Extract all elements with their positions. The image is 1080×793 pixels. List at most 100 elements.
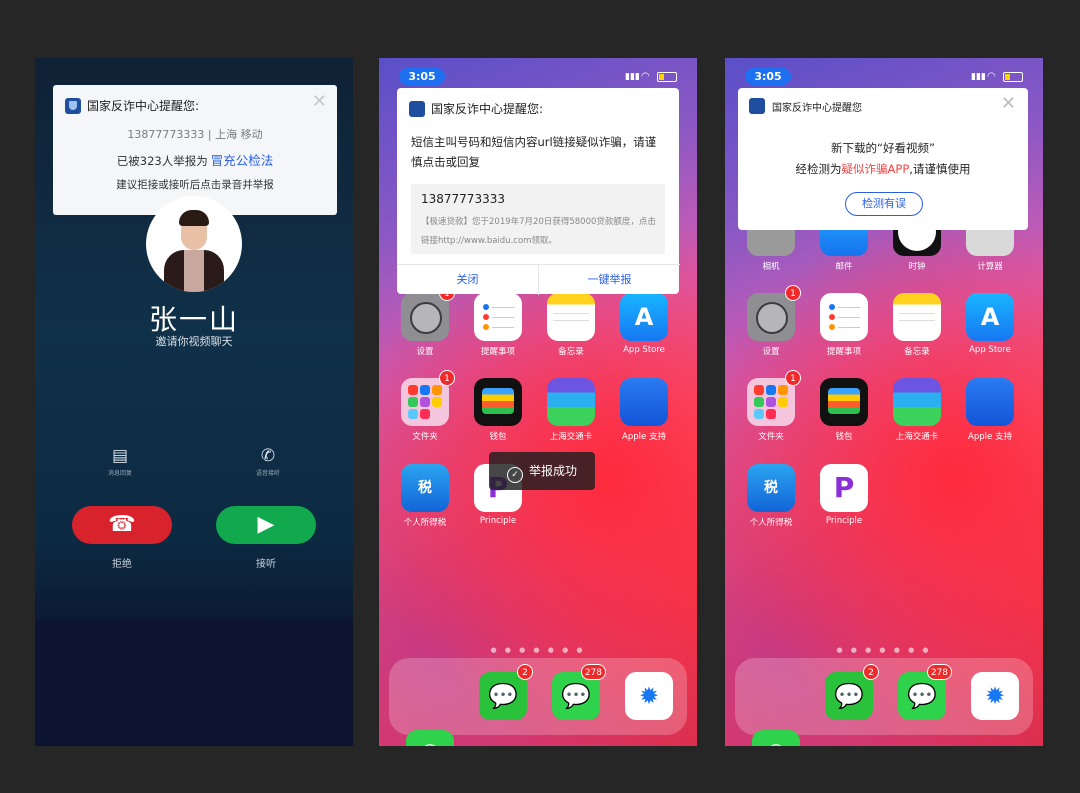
sms-sender-number: 13877773333 [421,192,505,206]
decline-button[interactable]: ☎ [72,506,172,544]
battery-icon [657,72,677,82]
app-label: 文件夹 [412,432,438,442]
voice-answer-option[interactable]: ✆ 语音接听 [248,446,288,477]
app-apple-support[interactable]: Apple 支持 [616,378,672,442]
badge: 1 [439,370,455,386]
detection-suffix: ,请谨慎使用 [909,162,971,176]
caller-name: 张一山 [148,303,239,336]
apple-icon [966,378,1014,426]
safari-compass-icon: ✹ [625,672,673,720]
dock: ✆ 💬2 💬278 ✹ [389,658,687,746]
app-wallet[interactable]: 钱包 [816,378,872,442]
app-principle[interactable]: P Principle [816,464,872,526]
transit-card-icon [893,378,941,426]
messages-icon: 💬 278 [552,664,606,720]
report-success-toast: ✓ 举报成功 [489,452,595,490]
reply-message-option[interactable]: ▤ 消息回复 [100,446,140,477]
dock: ✆ 💬2 💬278 ✹ [735,658,1033,746]
detection-line: 经检测为疑似诈骗APP,请谨慎使用 [738,161,1028,177]
app-reminders[interactable]: 提醒事项 [470,293,526,357]
app-label: Principle [825,516,863,526]
app-label: 提醒事项 [826,347,861,357]
status-time: 3:05 [399,68,445,85]
app-label: 相机 [762,262,780,272]
reminders-icon [474,293,522,341]
close-icon[interactable]: ✕ [312,91,327,112]
close-button[interactable]: 关闭 [397,264,538,295]
app-transit-card[interactable]: 上海交通卡 [543,378,599,442]
notification-title: 国家反诈中心提醒您: [87,99,200,113]
anti-fraud-sms-notification[interactable]: 国家反诈中心提醒您: 短信主叫号码和短信内容url链接疑似诈骗，请谨慎点击或回复… [397,88,680,295]
badge: 2 [517,664,533,680]
wifi-icon: ◠ [987,71,996,82]
sms-warning-home-screen: 3:05 ▮▮▮ ◠ 1 设置 提醒事项 备忘录 A App Store 1 文… [379,58,697,746]
wechat-icon: 💬 2 [479,664,533,720]
app-appstore[interactable]: A App Store [962,293,1018,355]
app-folder[interactable]: 1 文件夹 [397,370,455,442]
app-notes[interactable]: 备忘录 [889,293,945,357]
appstore-icon: A [620,293,668,341]
advice-text: 建议拒接或接听后点击录音并举报 [116,179,274,191]
app-apple-support[interactable]: Apple 支持 [962,378,1018,442]
tax-shield-icon: 税 [747,464,795,512]
anti-fraud-app-icon [65,98,81,114]
app-personal-tax[interactable]: 税 个人所得税 [743,464,799,528]
message-icon: ▤ [111,446,129,466]
notification-title: 国家反诈中心提醒您 [772,103,862,114]
dock-messages[interactable]: 💬 278 [548,664,606,720]
badge: 1 [785,285,801,301]
status-icons: ▮▮▮ ◠ [971,71,1031,82]
dock-phone[interactable]: ✆ [402,672,458,746]
wallet-icon [474,378,522,426]
detection-prefix: 经检测为 [795,162,842,176]
dock-safari[interactable]: ✹ [621,672,677,720]
app-settings[interactable]: 1 设置 [397,285,455,357]
dock-wechat[interactable]: 💬 2 [821,664,879,720]
app-appstore[interactable]: A App Store [616,293,672,355]
app-warning-home-screen: 3:05 ▮▮▮ ◠ 相机 邮件 时钟 计算器 1 设置 提醒事项 备忘录 A … [725,58,1043,746]
app-label: 上海交通卡 [895,432,939,442]
report-false-detection-button[interactable]: 检测有误 [845,192,923,216]
hang-up-icon: ☎ [108,512,136,537]
app-label: 钱包 [835,432,853,442]
caller-subtitle: 邀请你视频聊天 [155,335,233,348]
app-label: App Store [623,345,665,355]
dock-wechat[interactable]: 💬 2 [475,664,533,720]
signal-icon: ▮▮▮ [625,72,640,82]
page-dots[interactable]: ● ● ● ● ● ● ● [725,646,1043,654]
notification-body: 短信主叫号码和短信内容url链接疑似诈骗，请谨慎点击或回复 [411,135,657,169]
app-label: 文件夹 [758,432,784,442]
app-label: 个人所得税 [403,518,447,528]
caller-number-line: 13877773333 | 上海 移动 [127,128,263,141]
app-folder[interactable]: 1 文件夹 [743,370,801,442]
report-prefix: 已被323人举报为 [116,154,208,168]
app-notes[interactable]: 备忘录 [543,293,599,357]
app-label: 计算器 [977,262,1003,272]
safari-compass-icon: ✹ [971,672,1019,720]
dock-messages[interactable]: 💬 278 [894,664,952,720]
close-icon[interactable]: ✕ [1001,93,1016,114]
app-settings[interactable]: 1 设置 [743,285,801,357]
incoming-call-screen: 国家反诈中心提醒您: ✕ 13877773333 | 上海 移动 已被323人举… [35,58,353,746]
sms-preview: 13877773333 【极速贷款】您于2019年7月20日获得58000贷款额… [411,184,665,254]
app-personal-tax[interactable]: 税 个人所得税 [397,464,453,528]
bottom-band [35,620,353,746]
app-reminders[interactable]: 提醒事项 [816,293,872,357]
app-wallet[interactable]: 钱包 [470,378,526,442]
battery-icon [1003,72,1023,82]
voice-answer-label: 语音接听 [255,470,280,477]
one-tap-report-button[interactable]: 一键举报 [538,264,680,295]
app-transit-card[interactable]: 上海交通卡 [889,378,945,442]
dock-phone[interactable]: ✆ [748,672,804,746]
badge: 2 [863,664,879,680]
page-dots[interactable]: ● ● ● ● ● ● ● [379,646,697,654]
appstore-icon: A [966,293,1014,341]
fraud-app-warning: 疑似诈骗APP [841,162,910,176]
app-label: 时钟 [908,262,926,272]
notes-icon [893,293,941,341]
app-label: 设置 [416,347,434,357]
anti-fraud-app-notification[interactable]: 国家反诈中心提醒您 ✕ 新下载的“好看视频” 经检测为疑似诈骗APP,请谨慎使用… [738,88,1028,230]
dock-safari[interactable]: ✹ [967,672,1023,720]
avatar [146,196,242,292]
answer-video-button[interactable]: ▶ [216,506,316,544]
